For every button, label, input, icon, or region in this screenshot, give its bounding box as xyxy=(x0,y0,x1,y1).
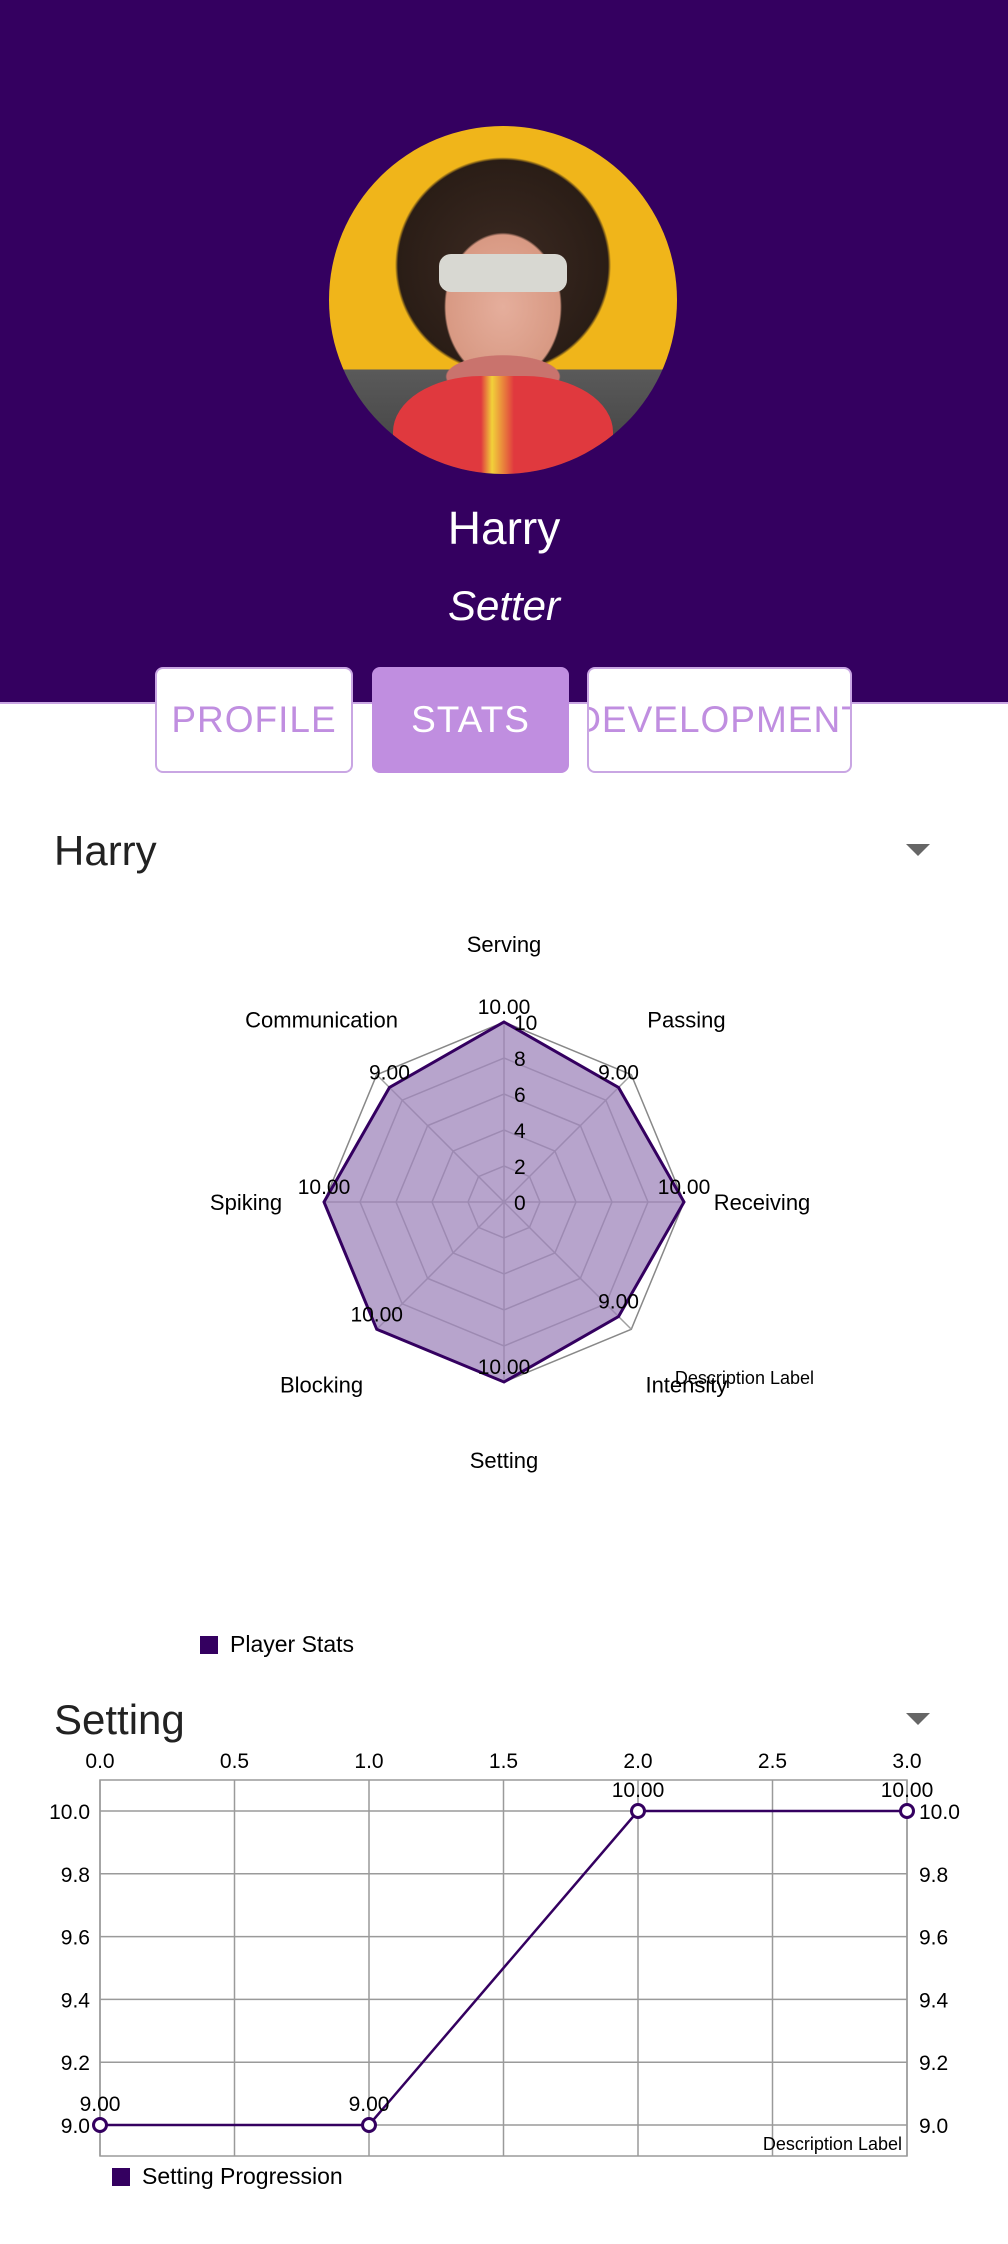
radar-chart: 0246810ServingPassingReceivingIntensityS… xyxy=(210,932,814,1473)
data-point xyxy=(899,1803,915,1819)
shirt xyxy=(393,376,613,474)
radar-tick-label: 6 xyxy=(514,1084,526,1107)
stat-selector[interactable]: Setting xyxy=(54,1695,185,1745)
headband xyxy=(439,254,567,292)
x-tick-label: 3.0 xyxy=(892,1750,921,1773)
radar-axis-label: Blocking xyxy=(280,1372,363,1397)
player-position: Setter xyxy=(447,582,561,629)
y-tick-label-left: 9.2 xyxy=(61,2052,90,2075)
x-tick-label: 0.0 xyxy=(85,1750,114,1773)
x-tick-label: 2.5 xyxy=(758,1750,787,1773)
tab-profile[interactable]: PROFILE xyxy=(155,667,353,773)
y-tick-label-right: 9.2 xyxy=(919,2052,948,2075)
radar-axis-label: Setting xyxy=(470,1448,539,1473)
y-tick-label-left: 9.0 xyxy=(61,2115,90,2138)
legend-swatch xyxy=(200,1635,218,1654)
line-description: Description Label xyxy=(763,2134,902,2154)
radar-tick-label: 4 xyxy=(514,1120,526,1143)
chevron-down-icon[interactable] xyxy=(906,1713,930,1725)
y-tick-label-left: 9.4 xyxy=(61,1989,91,2012)
radar-axis-label: Passing xyxy=(647,1008,725,1033)
y-tick-label-right: 10.0 xyxy=(919,1801,960,1824)
profile-header: Harry Setter xyxy=(0,0,1008,704)
tab-development[interactable]: DEVELOPMENT xyxy=(587,667,852,773)
radar-axis-label: Spiking xyxy=(210,1190,282,1215)
radar-value-label: 10.00 xyxy=(350,1303,403,1326)
data-label: 9.00 xyxy=(349,2093,390,2116)
y-tick-label-right: 9.6 xyxy=(919,1927,948,1950)
radar-description: Description Label xyxy=(675,1368,814,1388)
x-tick-label: 1.0 xyxy=(354,1750,383,1773)
legend-label: Setting Progression xyxy=(142,2163,343,2189)
player-name: Harry xyxy=(447,502,561,554)
x-tick-label: 2.0 xyxy=(623,1750,652,1773)
radar-tick-label: 8 xyxy=(514,1048,526,1071)
data-point xyxy=(92,2117,108,2133)
data-label: 10.00 xyxy=(881,1779,934,1802)
radar-value-label: 10.00 xyxy=(478,996,531,1019)
data-label: 10.00 xyxy=(612,1779,665,1802)
radar-value-label: 10.00 xyxy=(298,1176,351,1199)
y-tick-label-right: 9.8 xyxy=(919,1864,948,1887)
radar-tick-label: 2 xyxy=(514,1156,526,1179)
chevron-down-icon[interactable] xyxy=(906,844,930,856)
y-tick-label-right: 9.4 xyxy=(919,1989,949,2012)
radar-axis-label: Communication xyxy=(245,1008,398,1033)
radar-value-label: 9.00 xyxy=(598,1291,639,1314)
radar-axis-label: Receiving xyxy=(714,1190,811,1215)
radar-legend: Player Stats xyxy=(200,1631,354,1658)
radar-value-label: 10.00 xyxy=(658,1176,711,1199)
y-tick-label-right: 9.0 xyxy=(919,2115,948,2138)
data-point xyxy=(361,2117,377,2133)
y-tick-label-left: 10.0 xyxy=(49,1801,90,1824)
data-label: 9.00 xyxy=(80,2093,121,2116)
line-legend: Setting Progression xyxy=(112,2163,343,2190)
radar-axis-label: Serving xyxy=(467,932,542,957)
radar-value-label: 9.00 xyxy=(598,1061,639,1084)
y-tick-label-left: 9.6 xyxy=(61,1927,90,1950)
legend-swatch xyxy=(112,2167,130,2186)
y-tick-label-left: 9.8 xyxy=(61,1864,90,1887)
data-point xyxy=(630,1803,646,1819)
tab-stats[interactable]: STATS xyxy=(372,667,569,773)
avatar xyxy=(329,126,677,474)
radar-tick-label: 0 xyxy=(514,1192,526,1215)
radar-value-label: 10.00 xyxy=(478,1356,531,1379)
x-tick-label: 0.5 xyxy=(220,1750,249,1773)
x-tick-label: 1.5 xyxy=(489,1750,518,1773)
legend-label: Player Stats xyxy=(230,1631,354,1657)
player-selector[interactable]: Harry xyxy=(54,826,157,876)
radar-value-label: 9.00 xyxy=(369,1061,410,1084)
line-chart: 0.0 0.5 1.0 1.5 2.0 2.5 3.0 9.0 9.0 9.2 9.2 9.4 9.4 9… xyxy=(49,1750,960,2157)
